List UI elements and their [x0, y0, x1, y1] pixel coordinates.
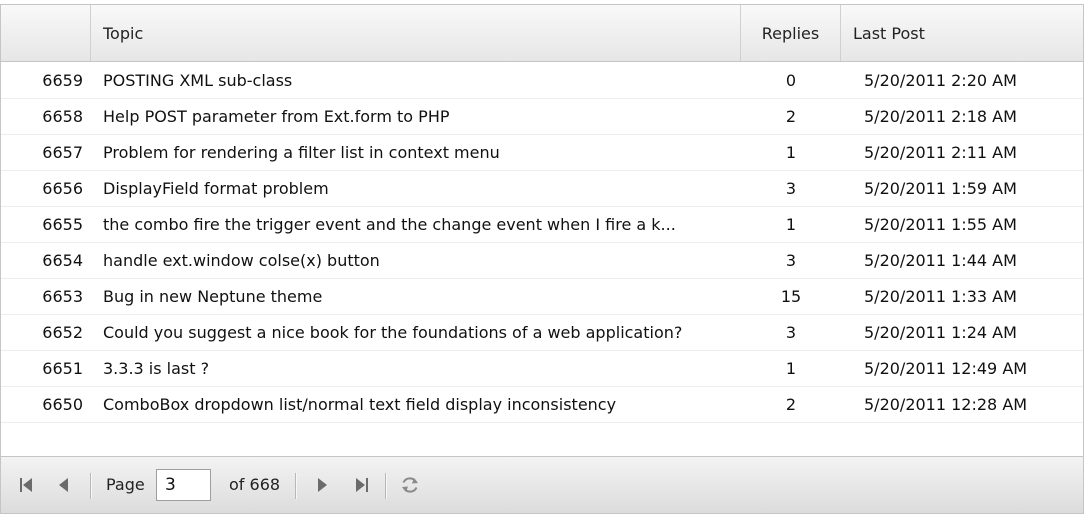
column-header-id[interactable]	[1, 5, 91, 61]
column-header-last-post[interactable]: Last Post	[841, 5, 1083, 61]
first-page-icon	[20, 478, 32, 492]
column-header-topic[interactable]: Topic	[91, 5, 741, 61]
prev-page-button[interactable]	[47, 457, 81, 513]
cell-id: 6658	[42, 107, 83, 126]
cell-topic: DisplayField format problem	[103, 179, 329, 198]
cell-topic: Problem for rendering a filter list in c…	[103, 143, 500, 162]
cell-id: 6653	[42, 287, 83, 306]
cell-last-post: 5/20/2011 12:28 AM	[864, 395, 1028, 414]
cell-last-post: 5/20/2011 12:49 AM	[864, 359, 1028, 378]
cell-id: 6654	[42, 251, 83, 270]
cell-last-post: 5/20/2011 1:24 AM	[864, 323, 1017, 342]
cell-topic: POSTING XML sub-class	[103, 71, 293, 90]
table-row[interactable]: 6654 handle ext.window colse(x) button 3…	[1, 242, 1083, 279]
cell-last-post: 5/20/2011 1:55 AM	[864, 215, 1017, 234]
page-number-input[interactable]: 3	[156, 469, 211, 501]
cell-replies: 3	[785, 179, 797, 198]
cell-last-post: 5/20/2011 2:20 AM	[864, 71, 1017, 90]
topic-grid: Topic Replies Last Post 6659 POSTING XML…	[0, 4, 1084, 514]
cell-id: 6659	[42, 71, 83, 90]
cell-topic: ComboBox dropdown list/normal text field…	[103, 395, 617, 414]
table-row[interactable]: 6652 Could you suggest a nice book for t…	[1, 314, 1083, 351]
column-header-replies[interactable]: Replies	[741, 5, 841, 61]
cell-id: 6652	[42, 323, 83, 342]
cell-topic: handle ext.window colse(x) button	[103, 251, 380, 270]
cell-topic: the combo fire the trigger event and the…	[103, 215, 676, 234]
cell-replies: 1	[785, 359, 797, 378]
cell-replies: 15	[780, 287, 802, 306]
cell-last-post: 5/20/2011 2:18 AM	[864, 107, 1017, 126]
last-page-icon	[356, 478, 368, 492]
cell-topic: 3.3.3 is last ?	[103, 359, 210, 378]
next-page-button[interactable]	[305, 457, 339, 513]
refresh-icon	[402, 477, 418, 493]
cell-id: 6656	[42, 179, 83, 198]
cell-last-post: 5/20/2011 1:59 AM	[864, 179, 1017, 198]
last-page-button[interactable]	[345, 457, 379, 513]
table-row[interactable]: 6651 3.3.3 is last ? 1 5/20/2011 12:49 A…	[1, 350, 1083, 387]
cell-topic: Bug in new Neptune theme	[103, 287, 323, 306]
cell-replies: 1	[785, 215, 797, 234]
cell-replies: 1	[785, 143, 797, 162]
paging-toolbar: Page 3 of 668	[1, 456, 1083, 513]
cell-topic: Could you suggest a nice book for the fo…	[103, 323, 683, 342]
page-count-label: of 668	[229, 475, 281, 494]
toolbar-separator	[295, 473, 297, 499]
cell-replies: 2	[785, 395, 797, 414]
cell-replies: 3	[785, 251, 797, 270]
toolbar-separator	[385, 473, 387, 499]
cell-topic: Help POST parameter from Ext.form to PHP	[103, 107, 450, 126]
cell-id: 6650	[42, 395, 83, 414]
refresh-button[interactable]	[393, 457, 427, 513]
grid-header: Topic Replies Last Post	[1, 5, 1083, 62]
cell-last-post: 5/20/2011 1:44 AM	[864, 251, 1017, 270]
cell-id: 6651	[42, 359, 83, 378]
cell-last-post: 5/20/2011 2:11 AM	[864, 143, 1017, 162]
cell-id: 6655	[42, 215, 83, 234]
cell-replies: 0	[785, 71, 797, 90]
table-row[interactable]: 6658 Help POST parameter from Ext.form t…	[1, 98, 1083, 135]
table-row[interactable]: 6650 ComboBox dropdown list/normal text …	[1, 386, 1083, 423]
table-row[interactable]: 6656 DisplayField format problem 3 5/20/…	[1, 170, 1083, 207]
cell-last-post: 5/20/2011 1:33 AM	[864, 287, 1017, 306]
toolbar-separator	[90, 473, 92, 499]
first-page-button[interactable]	[9, 457, 43, 513]
prev-page-icon	[59, 478, 68, 492]
table-row[interactable]: 6659 POSTING XML sub-class 0 5/20/2011 2…	[1, 62, 1083, 99]
next-page-icon	[318, 478, 327, 492]
table-row[interactable]: 6657 Problem for rendering a filter list…	[1, 134, 1083, 171]
table-row[interactable]: 6655 the combo fire the trigger event an…	[1, 206, 1083, 243]
cell-id: 6657	[42, 143, 83, 162]
table-row[interactable]: 6653 Bug in new Neptune theme 15 5/20/20…	[1, 278, 1083, 315]
cell-replies: 3	[785, 323, 797, 342]
page-label: Page	[106, 475, 145, 494]
cell-replies: 2	[785, 107, 797, 126]
